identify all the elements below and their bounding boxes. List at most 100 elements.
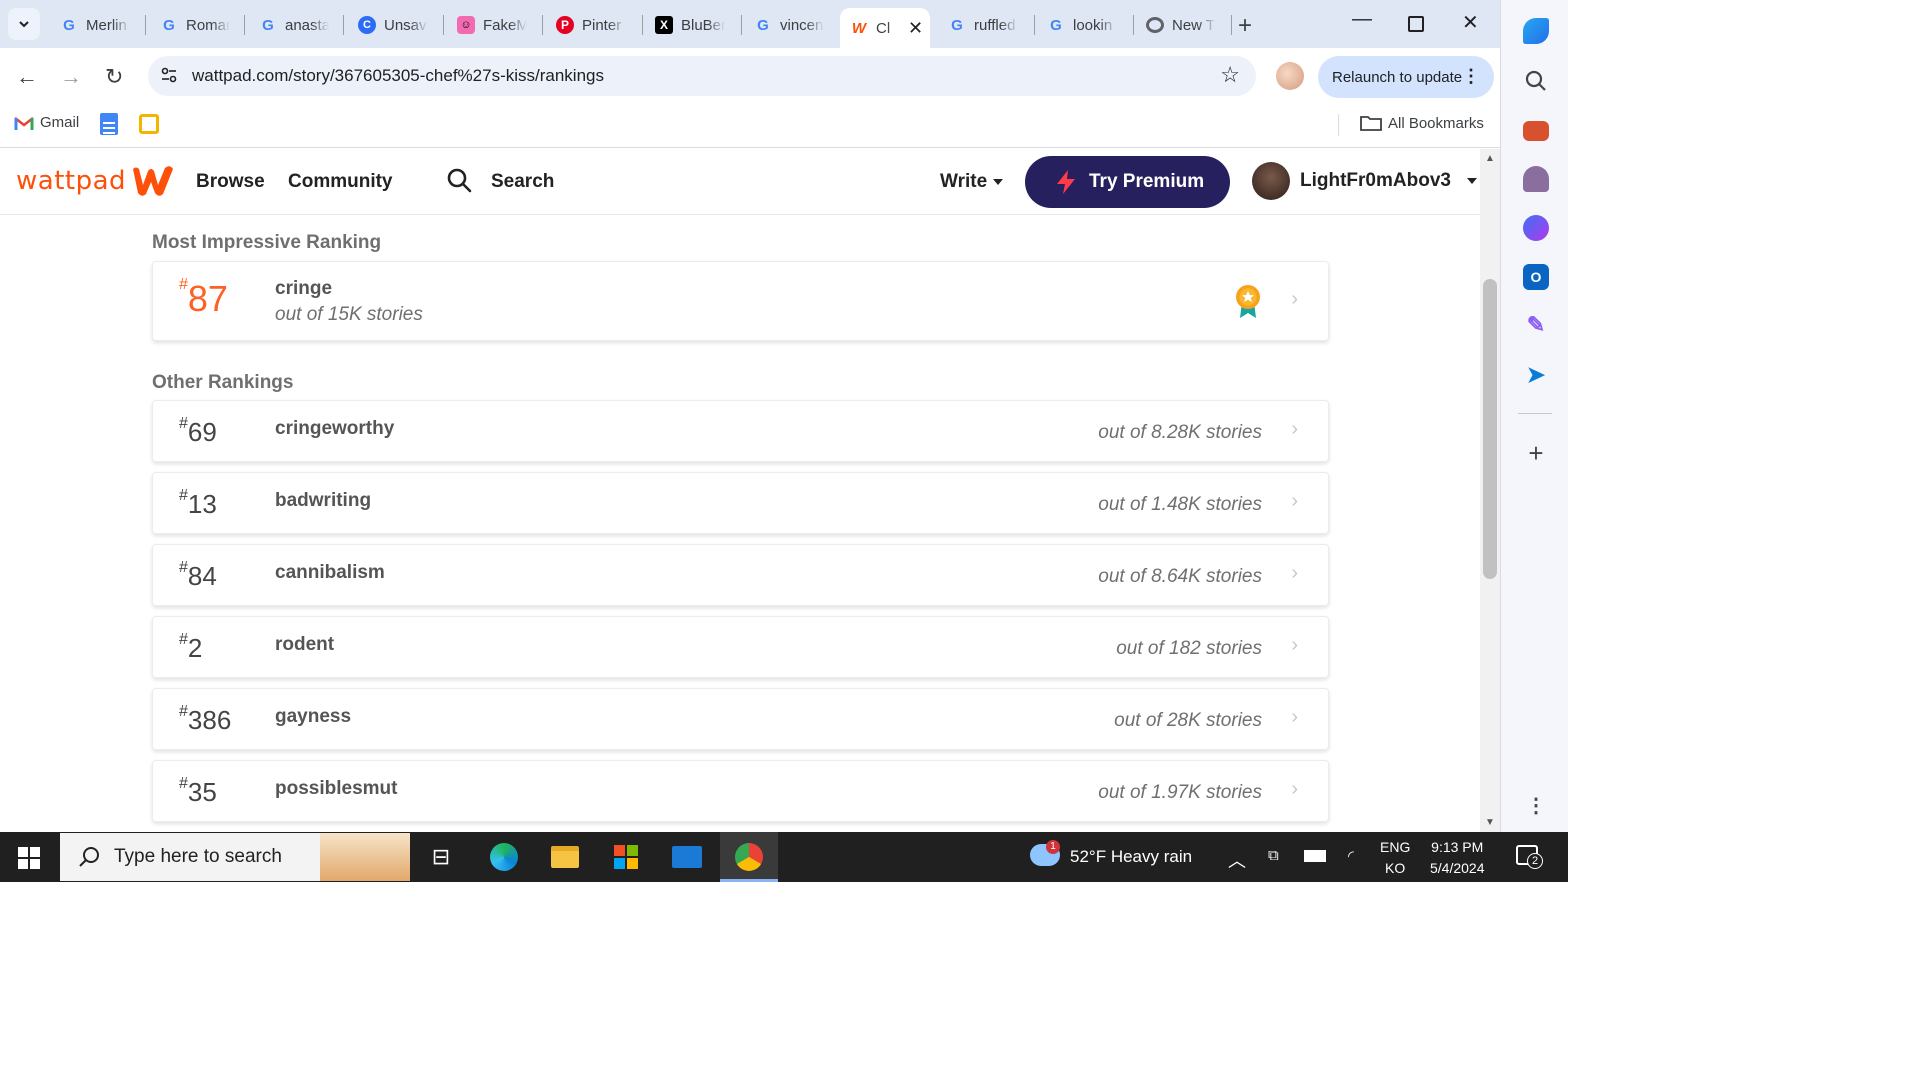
tab-active[interactable]: W Cl ✕ [840,8,930,48]
notifications-icon[interactable]: 2 [1516,845,1543,869]
forward-icon[interactable]: → [60,64,82,90]
back-icon[interactable]: ← [16,64,38,90]
copilot-icon[interactable] [1523,18,1549,44]
tab[interactable]: G vincen [744,8,836,42]
more-menu-icon[interactable]: ⋮ [1462,66,1480,87]
tab[interactable]: G Romar [150,8,242,42]
rank-tag: cringe [275,278,333,299]
mail-icon[interactable] [671,841,703,873]
briefcase-icon[interactable] [1523,121,1549,141]
ranking-card[interactable]: #2 rodent out of 182 stories › [152,616,1329,678]
scrollbar-thumb[interactable] [1483,279,1497,579]
nav-browse[interactable]: Browse [196,171,265,193]
close-tab-icon[interactable]: ✕ [908,18,923,39]
battery-icon[interactable] [1304,847,1326,867]
tab[interactable]: G ruffled [938,8,1030,42]
nav-search[interactable]: Search [491,171,554,193]
rank-tag: possiblesmut [275,778,398,799]
ranking-card[interactable]: #13 badwriting out of 1.48K stories › [152,472,1329,534]
ranking-card[interactable]: #386 gayness out of 28K stories › [152,688,1329,750]
tab[interactable]: P Pinter [546,8,638,42]
chrome-icon[interactable] [733,841,765,873]
file-explorer-icon[interactable] [549,841,581,873]
scroll-up-icon[interactable]: ▲ [1485,153,1495,164]
all-bookmarks[interactable]: All Bookmarks [1360,114,1484,132]
send-icon[interactable]: ➤ [1523,362,1549,388]
task-view-icon[interactable]: ⊟ [425,841,457,873]
try-premium-button[interactable]: Try Premium [1025,156,1230,208]
unsave-icon: C [358,16,376,34]
rank-out-of: out of 1.48K stories [1098,494,1262,515]
relaunch-button[interactable]: Relaunch to update ⋮ [1318,56,1494,98]
reload-icon[interactable]: ↻ [105,64,123,90]
search-icon[interactable] [446,167,472,193]
lightning-icon [1057,170,1075,194]
show-hidden-icons[interactable]: ︿ [1228,847,1246,873]
more-options-icon[interactable]: ⋮ [1523,792,1549,818]
language-indicator[interactable]: ENG KO [1380,837,1410,879]
minimize-icon[interactable]: — [1352,8,1372,31]
tab[interactable]: G anasta [249,8,341,42]
rank-number: #13 [179,487,217,519]
m365-icon[interactable] [1523,215,1549,241]
taskbar-search[interactable]: Type here to search [60,833,410,881]
page-content: wattpad Browse Community Search Write Tr… [0,149,1480,832]
tab[interactable]: C Unsav [348,8,440,42]
tab[interactable]: New T [1136,8,1228,42]
site-settings-icon[interactable] [160,66,178,84]
tab-search-button[interactable] [8,8,40,40]
page-scrollbar[interactable]: ▲ ▼ [1480,149,1500,832]
tab[interactable]: G Merlin [50,8,142,42]
rank-number: #84 [179,559,217,591]
rank-number: #386 [179,703,232,735]
restore-icon[interactable] [1408,16,1424,32]
rank-out-of: out of 182 stories [1116,638,1262,659]
google-icon: G [262,16,274,34]
weather-text[interactable]: 52°F Heavy rain [1070,847,1192,867]
weather-icon[interactable]: 1 [1030,840,1060,866]
clock[interactable]: 9:13 PM 5/4/2024 [1430,837,1485,879]
scroll-down-icon[interactable]: ▼ [1485,817,1495,828]
write-dropdown[interactable]: Write [940,171,1004,193]
address-bar[interactable]: wattpad.com/story/367605305-chef%27s-kis… [148,56,1256,96]
bookmark-gmail[interactable]: Gmail [14,114,79,131]
url-text[interactable]: wattpad.com/story/367605305-chef%27s-kis… [192,66,604,86]
wattpad-logo[interactable]: wattpad [16,163,176,199]
chevron-right-icon: › [1291,288,1298,310]
games-icon[interactable] [1523,166,1549,192]
user-menu[interactable]: LightFr0mAbov3 [1252,162,1477,200]
chevron-down-icon [19,21,29,28]
rank-tag: cannibalism [275,562,385,583]
outlook-icon[interactable]: O [1523,264,1549,290]
weather-badge: 1 [1046,840,1060,854]
designer-icon[interactable]: ✎ [1523,312,1549,338]
wattpad-w-icon [133,166,174,196]
bookmark-slides[interactable] [139,114,159,134]
profile-avatar[interactable] [1276,62,1304,90]
wifi-icon[interactable]: ◜ [1348,847,1354,865]
rank-out-of: out of 8.64K stories [1098,566,1262,587]
caret-down-icon [1466,178,1477,184]
tab[interactable]: X BluBer [645,8,737,42]
device-icon[interactable]: ⧉ [1268,847,1279,864]
edge-icon[interactable] [488,841,520,873]
bookmark-docs[interactable] [100,113,118,135]
add-icon[interactable]: + [1523,438,1549,468]
ranking-card-top[interactable]: #87 cringe out of 15K stories › [152,261,1329,341]
bookmark-star-icon[interactable]: ☆ [1220,62,1240,88]
google-icon: G [163,16,175,34]
windows-start-icon[interactable] [18,847,40,869]
new-tab-icon[interactable]: + [1238,12,1252,40]
ranking-card[interactable]: #84 cannibalism out of 8.64K stories › [152,544,1329,606]
tab[interactable]: ☺ FakeM [447,8,539,42]
rank-number: #2 [179,631,203,663]
rank-number: #87 [179,276,228,319]
close-window-icon[interactable]: ✕ [1462,10,1479,35]
microsoft-store-icon[interactable] [610,841,642,873]
taskbar: Type here to search ⊟ 1 52°F Heavy rain … [0,832,1568,882]
tab[interactable]: G lookin [1037,8,1129,42]
ranking-card[interactable]: #69 cringeworthy out of 8.28K stories › [152,400,1329,462]
nav-community[interactable]: Community [288,171,393,193]
search-icon[interactable] [1523,68,1549,94]
ranking-card[interactable]: #35 possiblesmut out of 1.97K stories › [152,760,1329,822]
